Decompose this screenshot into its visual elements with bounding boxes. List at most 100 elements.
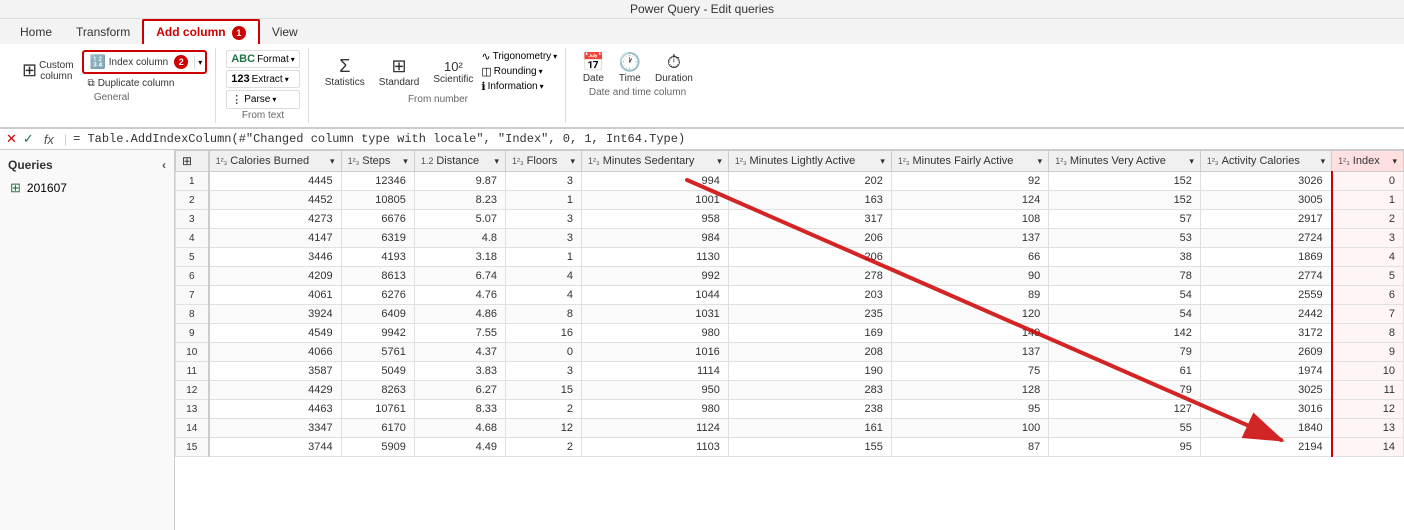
index-column-split[interactable]: 🔢 Index column 2 ▾ (82, 50, 208, 74)
cell: 54 (1049, 305, 1201, 324)
formula-divider: | (64, 132, 67, 146)
cell: 3005 (1200, 191, 1331, 210)
col-header-minutes-lightly[interactable]: 1²₃ Minutes Lightly Active ▾ (728, 151, 891, 172)
col-header-minutes-sedentary[interactable]: 1²₃ Minutes Sedentary ▾ (582, 151, 729, 172)
col-header-index[interactable]: 1²₃ Index ▾ (1332, 151, 1404, 172)
table-row[interactable]: 7406162764.7641044203895425596 (176, 286, 1404, 305)
col-filter-very[interactable]: ▾ (1189, 156, 1194, 167)
cell: 16 (506, 324, 582, 343)
cell: 4147 (209, 229, 341, 248)
cell: 3744 (209, 438, 341, 457)
table-row[interactable]: 12442982636.271595028312879302511 (176, 381, 1404, 400)
trigonometry-button[interactable]: ∿ Trigonometry ▾ (481, 50, 557, 63)
col-filter-distance[interactable]: ▾ (494, 156, 499, 167)
rounding-arrow: ▾ (539, 67, 543, 76)
extract-button[interactable]: 123 Extract ▾ (226, 70, 300, 88)
cell: 6276 (341, 286, 414, 305)
custom-column-button[interactable]: ⊞ Customcolumn (16, 58, 80, 84)
table-row[interactable]: 15374459094.49211031558795219414 (176, 438, 1404, 457)
col-filter-activity[interactable]: ▾ (1321, 156, 1326, 167)
cell: 1103 (582, 438, 729, 457)
data-grid-container[interactable]: ⊞ 1²₃ Calories Burned ▾ 1²₃ Steps (175, 150, 1404, 530)
table-row[interactable]: 134463107618.33298023895127301612 (176, 400, 1404, 419)
col-filter-fairly[interactable]: ▾ (1038, 156, 1043, 167)
extract-label: Extract (252, 74, 283, 85)
table-row[interactable]: 10406657614.37010162081377926099 (176, 343, 1404, 362)
cell: 95 (1049, 438, 1201, 457)
cell: 984 (582, 229, 729, 248)
parse-button[interactable]: ⋮ Parse ▾ (226, 90, 300, 109)
group-from-number: Σ Statistics ⊞ Standard 10² Scientific ∿… (311, 48, 566, 123)
col-header-distance[interactable]: 1.2 Distance ▾ (414, 151, 505, 172)
col-type-calories: 1²₃ (216, 156, 228, 166)
col-filter-lightly[interactable]: ▾ (880, 156, 885, 167)
col-label-index: Index (1353, 155, 1380, 167)
cell: 206 (728, 248, 891, 267)
col-filter-steps[interactable]: ▾ (403, 156, 408, 167)
row-number: 12 (176, 381, 209, 400)
cell: 3 (506, 210, 582, 229)
col-filter-floors[interactable]: ▾ (571, 156, 576, 167)
col-header-minutes-very[interactable]: 1²₃ Minutes Very Active ▾ (1049, 151, 1201, 172)
tab-view[interactable]: View (260, 19, 310, 44)
standard-button[interactable]: ⊞ Standard (373, 54, 426, 90)
main-layout: Queries ‹ ⊞ 201607 ⊞ 1²₃ Calories Burned (0, 150, 1404, 530)
queries-collapse-button[interactable]: ‹ (162, 158, 166, 172)
formula-input[interactable] (73, 132, 1398, 146)
col-filter-sedentary[interactable]: ▾ (717, 156, 722, 167)
table-row[interactable]: 9454999427.551698016914914231728 (176, 324, 1404, 343)
date-button[interactable]: 📅 Date (576, 50, 610, 86)
col-filter-calories[interactable]: ▾ (330, 156, 335, 167)
table-row[interactable]: 8392464094.86810312351205424427 (176, 305, 1404, 324)
tab-home[interactable]: Home (8, 19, 64, 44)
col-header-activity-calories[interactable]: 1²₃ Activity Calories ▾ (1200, 151, 1331, 172)
scientific-label: Scientific (433, 74, 473, 85)
table-row[interactable]: 14445123469.8739942029215230260 (176, 172, 1404, 191)
row-number: 2 (176, 191, 209, 210)
table-row[interactable]: 24452108058.231100116312415230051 (176, 191, 1404, 210)
trig-arrow: ▾ (553, 52, 557, 61)
col-label-lightly: Minutes Lightly Active (749, 155, 855, 167)
cell: 3 (506, 172, 582, 191)
col-filter-index[interactable]: ▾ (1392, 156, 1397, 167)
duration-button[interactable]: ⏱ Duration (649, 50, 699, 86)
row-num-header: ⊞ (176, 151, 209, 172)
cell: 92 (891, 172, 1048, 191)
table-row[interactable]: 11358750493.83311141907561197410 (176, 362, 1404, 381)
formula-confirm-icon[interactable]: ✓ (23, 131, 34, 147)
duration-label: Duration (655, 73, 693, 84)
statistics-button[interactable]: Σ Statistics (319, 54, 371, 90)
col-label-distance: Distance (436, 155, 479, 167)
group-general: ⊞ Customcolumn 🔢 Index column 2 ▾ (8, 48, 216, 123)
cell: 4 (1332, 248, 1404, 267)
table-row[interactable]: 3427366765.0739583171085729172 (176, 210, 1404, 229)
format-button[interactable]: ABC Format ▾ (226, 50, 300, 68)
queries-header: Queries ‹ (4, 154, 170, 176)
col-header-floors[interactable]: 1²₃ Floors ▾ (506, 151, 582, 172)
cell: 2 (506, 400, 582, 419)
table-row[interactable]: 14334761704.6812112416110055184013 (176, 419, 1404, 438)
cell: 2442 (1200, 305, 1331, 324)
cell: 8263 (341, 381, 414, 400)
formula-cancel-icon[interactable]: ✕ (6, 131, 17, 147)
table-row[interactable]: 5344641933.1811130206663818694 (176, 248, 1404, 267)
table-row[interactable]: 4414763194.839842061375327243 (176, 229, 1404, 248)
query-item-201607[interactable]: ⊞ 201607 (4, 176, 170, 200)
tab-transform[interactable]: Transform (64, 19, 142, 44)
tab-add-column[interactable]: Add column 1 (142, 19, 260, 44)
col-header-calories[interactable]: 1²₃ Calories Burned ▾ (209, 151, 341, 172)
information-button[interactable]: ℹ Information ▾ (481, 80, 557, 93)
time-button[interactable]: 🕐 Time (613, 50, 647, 86)
index-column-button[interactable]: 🔢 Index column 2 (84, 52, 195, 72)
scientific-button[interactable]: 10² Scientific (427, 57, 479, 87)
col-header-minutes-fairly[interactable]: 1²₃ Minutes Fairly Active ▾ (891, 151, 1048, 172)
cell: 1130 (582, 248, 729, 267)
rounding-button[interactable]: ◫ Rounding ▾ (481, 65, 557, 78)
col-header-steps[interactable]: 1²₃ Steps ▾ (341, 151, 414, 172)
duplicate-column-button[interactable]: ⧉ Duplicate column (82, 76, 181, 91)
index-column-dropdown[interactable]: ▾ (194, 56, 205, 69)
table-row[interactable]: 6420986136.744992278907827745 (176, 267, 1404, 286)
cell: 169 (728, 324, 891, 343)
cell: 4061 (209, 286, 341, 305)
cell: 994 (582, 172, 729, 191)
